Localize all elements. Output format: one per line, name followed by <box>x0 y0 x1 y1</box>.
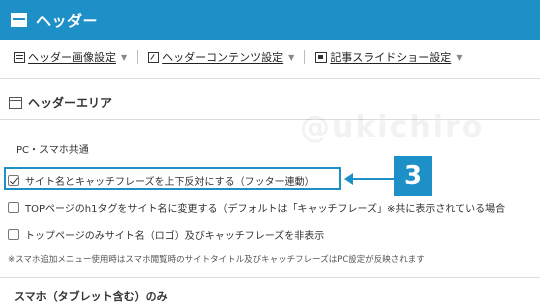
window-icon <box>11 13 27 27</box>
option-h1-site-name[interactable]: TOPページのh1タグをサイト名に変更する（デフォルトは「キャッチフレーズ」※共… <box>8 200 505 215</box>
sub-nav: ヘッダー画像設定 ▼ ヘッダーコンテンツ設定 ▼ 記事スライドショー設定 ▼ <box>0 40 540 74</box>
chevron-down-icon[interactable]: ▼ <box>121 53 127 62</box>
nav-item-label[interactable]: ヘッダーコンテンツ設定 <box>162 49 283 65</box>
group-label: PC・スマホ共通 <box>16 145 89 156</box>
nav-item-slideshow[interactable]: 記事スライドショー設定 ▼ <box>315 49 462 65</box>
section-heading-smartphone: スマホ（タブレット含む）のみ <box>14 290 168 303</box>
chevron-down-icon[interactable]: ▼ <box>288 53 294 62</box>
nav-item-header-image[interactable]: ヘッダー画像設定 ▼ <box>14 49 127 65</box>
chevron-down-icon[interactable]: ▼ <box>456 53 462 62</box>
nav-item-label[interactable]: ヘッダー画像設定 <box>28 49 116 65</box>
checkbox[interactable] <box>8 202 19 213</box>
option-hide-on-top[interactable]: トップページのみサイト名（ロゴ）及びキャッチフレーズを非表示 <box>8 227 324 242</box>
divider <box>0 277 540 278</box>
header-bar: ヘッダー <box>0 0 540 40</box>
arrow-line <box>352 178 394 180</box>
section-heading: ヘッダーエリア <box>9 94 112 111</box>
note-text: ※スマホ追加メニュー使用時はスマホ閲覧時のサイトタイトル及びキャッチフレーズはP… <box>8 255 425 265</box>
highlight-box <box>4 167 341 190</box>
step-badge: 3 <box>394 156 432 196</box>
nav-item-label[interactable]: 記事スライドショー設定 <box>330 49 451 65</box>
page-title: ヘッダー <box>36 11 99 30</box>
edit-icon <box>148 51 160 63</box>
option-label: トップページのみサイト名（ロゴ）及びキャッチフレーズを非表示 <box>25 231 325 242</box>
nav-item-header-content[interactable]: ヘッダーコンテンツ設定 ▼ <box>148 49 294 65</box>
window-icon <box>9 96 22 109</box>
watermark: @ukichiro <box>300 110 485 145</box>
list-icon <box>14 51 25 63</box>
checkbox[interactable] <box>8 229 19 240</box>
nav-divider <box>137 50 139 64</box>
option-label: TOPページのh1タグをサイト名に変更する（デフォルトは「キャッチフレーズ」※共… <box>25 204 506 215</box>
section-title-label: ヘッダーエリア <box>28 96 113 110</box>
divider <box>0 78 540 79</box>
nav-divider <box>304 50 306 64</box>
slideshow-icon <box>315 51 328 63</box>
